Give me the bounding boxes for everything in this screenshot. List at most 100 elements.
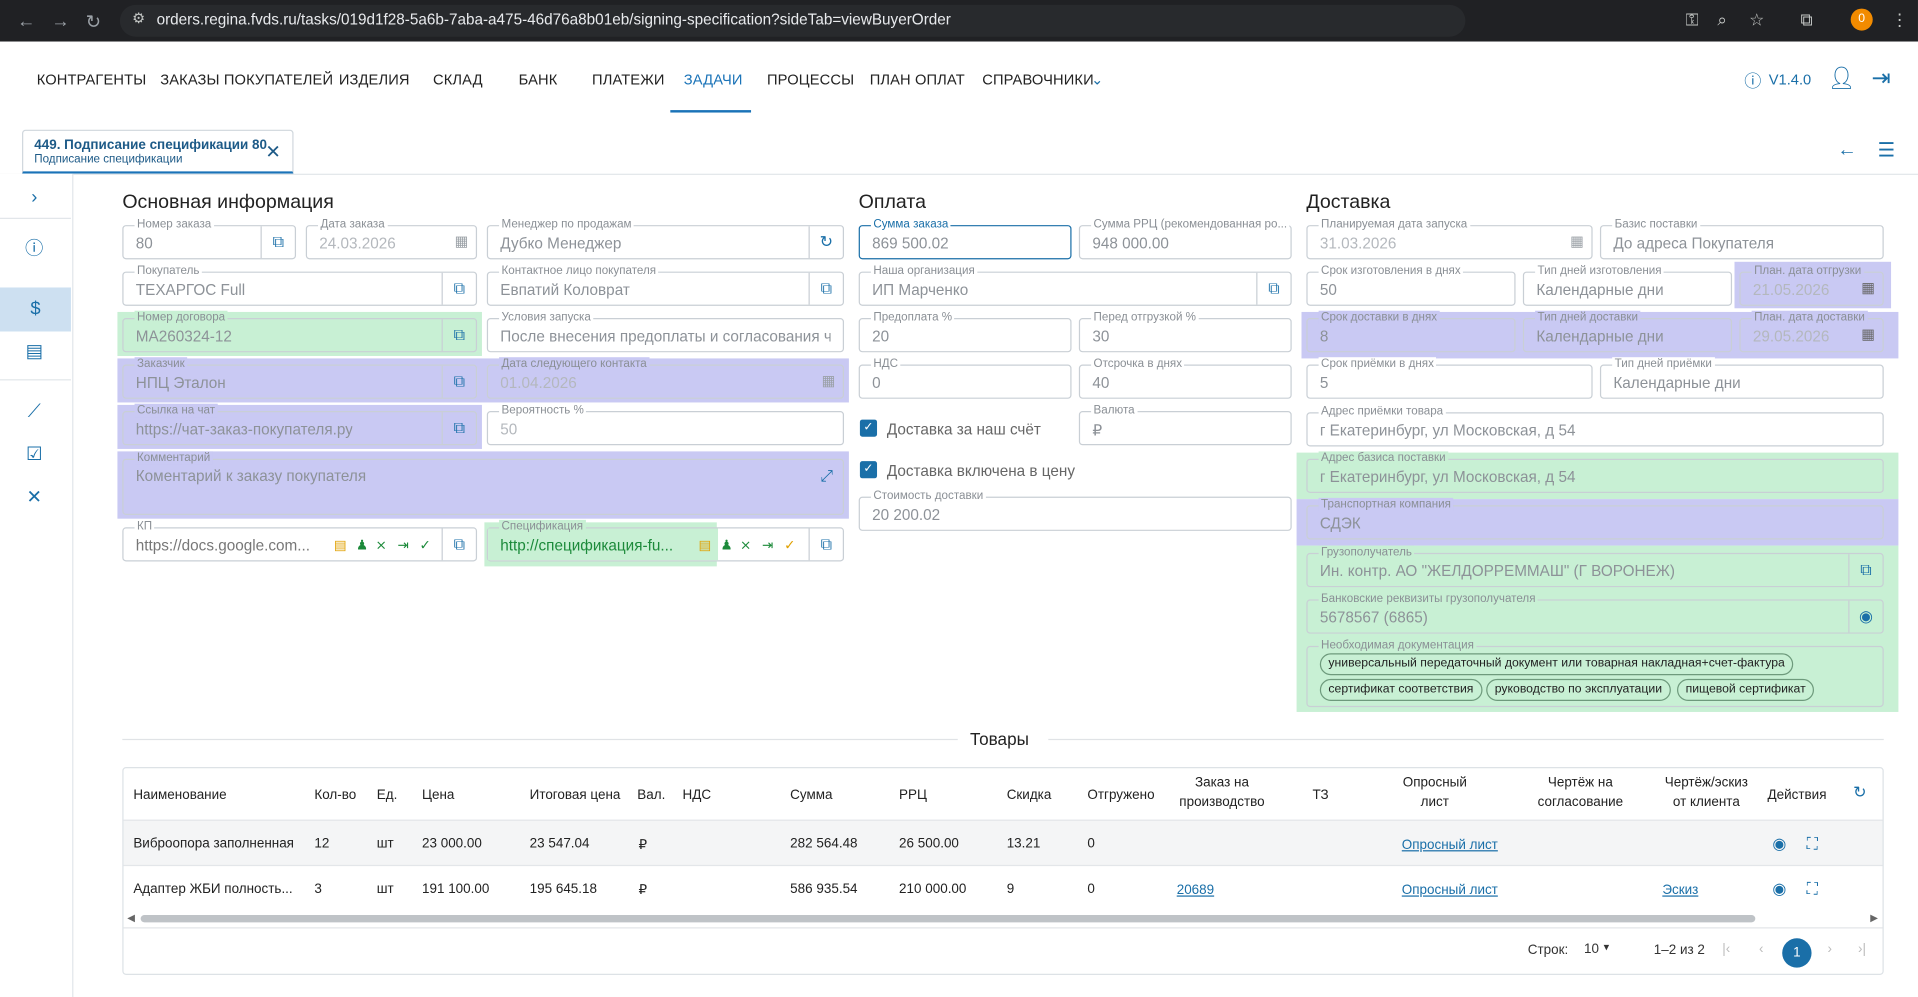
col-unit[interactable]: Ед. <box>377 785 398 805</box>
nav-item-directories[interactable]: СПРАВОЧНИКИ <box>982 71 1094 88</box>
eye-icon[interactable]: ◉ <box>1772 834 1786 854</box>
page-1-button[interactable]: 1 <box>1782 938 1812 968</box>
col-price[interactable]: Цена <box>422 785 454 805</box>
delivery-basis-field[interactable]: Базис поставки До адреса Покупателя <box>1599 217 1884 260</box>
eye-icon[interactable]: ◉ <box>1772 880 1786 900</box>
open-link-icon[interactable]: ⧉ <box>1256 272 1290 305</box>
back-icon[interactable]: ← <box>17 11 35 32</box>
open-link-icon[interactable]: ⧉ <box>441 365 476 398</box>
order-number-field[interactable]: Номер заказа 80 ⧉ <box>122 217 297 260</box>
reload-icon[interactable]: ↻ <box>86 11 101 33</box>
person-check-icon[interactable]: ♟ <box>356 537 368 553</box>
manager-field[interactable]: Менеджер по продажам Дубко Менеджер ↻ <box>486 217 845 260</box>
open-link-icon[interactable]: ⧉ <box>260 226 295 259</box>
delivery-days-field[interactable]: Срок доставки в днях 8 <box>1306 310 1516 353</box>
nav-item-bank[interactable]: БАНК <box>519 71 558 88</box>
zoom-icon[interactable]: ⌕ <box>1717 10 1727 31</box>
doc-chip[interactable]: пищевой сертификат <box>1677 678 1815 701</box>
checklist-icon[interactable]: ☑ <box>22 443 46 467</box>
our-org-field[interactable]: Наша организация ИП Марченко ⧉ <box>858 264 1292 306</box>
doc-chip[interactable]: универсальный передаточный документ или … <box>1319 653 1794 676</box>
transport-company-field[interactable]: Транспортная компания СДЭК <box>1306 497 1884 540</box>
consignee-bank-field[interactable]: Банковские реквизиты грузополучателя 567… <box>1306 592 1884 634</box>
open-link-icon[interactable]: ⧉ <box>441 528 476 561</box>
reject-icon[interactable]: ⨯ <box>376 537 387 553</box>
open-link-icon[interactable]: ⧉ <box>441 412 476 445</box>
browser-menu-icon[interactable]: ⋮ <box>1891 10 1908 31</box>
horizontal-scrollbar[interactable] <box>140 915 1756 923</box>
open-link-icon[interactable]: ⧉ <box>808 528 843 561</box>
nav-item-warehouse[interactable]: СКЛАД <box>433 71 483 88</box>
export-icon[interactable]: ⇥ <box>762 537 773 553</box>
nav-item-payment-plan[interactable]: ПЛАН ОПЛАТ <box>870 71 965 88</box>
expand-icon[interactable]: ⤢ <box>820 466 833 486</box>
launch-terms-field[interactable]: Условия запуска После внесения предоплат… <box>486 310 845 353</box>
table-row[interactable]: Виброопора заполненная 12 шт 23 000.00 2… <box>123 819 1883 867</box>
scroll-left-icon[interactable]: ◀ <box>127 913 135 924</box>
col-questionnaire[interactable]: Опросный лист <box>1402 773 1468 812</box>
deferral-field[interactable]: Отсрочка в днях 40 <box>1078 357 1292 399</box>
scroll-right-icon[interactable]: ▶ <box>1870 913 1878 924</box>
rows-per-page-select[interactable]: 10 <box>1584 942 1599 957</box>
user-icon[interactable]: 👤︎ <box>1827 66 1855 92</box>
questionnaire-link[interactable]: Опросный лист <box>1402 838 1498 853</box>
contact-field[interactable]: Контактное лицо покупателя Евпатий Колов… <box>486 264 845 306</box>
document-icon[interactable]: ▤ <box>698 537 711 553</box>
currency-field[interactable]: Валюта ₽ <box>1078 403 1292 446</box>
chat-icon[interactable]: ▤ <box>22 340 46 364</box>
document-icon[interactable]: ▤ <box>334 537 347 553</box>
col-production-order[interactable]: Заказ на производство <box>1177 773 1268 812</box>
chevron-down-icon[interactable]: ⌄ <box>1091 71 1103 88</box>
order-sum-field[interactable]: Сумма заказа 869 500.02 <box>858 217 1072 260</box>
eye-icon[interactable]: ◉ <box>1848 600 1882 633</box>
manufacturing-days-type-field[interactable]: Тип дней изготовления Календарные дни <box>1522 264 1733 306</box>
extensions-icon[interactable]: ⧉ <box>1801 10 1813 31</box>
delivery-included-checkbox[interactable]: ✓ <box>859 461 878 479</box>
prepayment-field[interactable]: Предоплата % 20 <box>858 310 1072 353</box>
sketch-link[interactable]: Эскиз <box>1662 883 1698 898</box>
dropdown-caret-icon[interactable]: ▾ <box>1604 941 1610 954</box>
order-doc-icon[interactable]: $ <box>0 287 71 332</box>
person-check-icon[interactable]: ♟ <box>720 537 732 553</box>
nav-item-tasks[interactable]: ЗАДАЧИ <box>684 71 743 88</box>
specification-field[interactable]: Спецификация http://спецификация-fu... ▤… <box>486 519 845 562</box>
kp-field[interactable]: КП https://docs.google.com... ▤ ♟ ⨯ ⇥ ✓ … <box>122 519 478 562</box>
approve-icon[interactable]: ✓ <box>420 537 431 553</box>
nav-item-products[interactable]: ИЗДЕЛИЯ <box>339 71 410 88</box>
reject-icon[interactable]: ⨯ <box>740 537 751 553</box>
open-link-icon[interactable]: ⧉ <box>441 272 476 305</box>
vat-field[interactable]: НДС 0 <box>858 357 1072 399</box>
refresh-icon[interactable]: ↻ <box>1853 783 1866 803</box>
menu-icon[interactable]: ☰ <box>1878 138 1896 162</box>
acceptance-address-field[interactable]: Адрес приёмки товара г Екатеринбург, ул … <box>1306 404 1884 447</box>
forward-icon[interactable]: → <box>51 11 69 32</box>
info-icon[interactable]: ⓘ <box>1744 69 1761 93</box>
task-tab[interactable]: 449. Подписание спецификации 80 Подписан… <box>22 129 294 174</box>
buyer-field[interactable]: Покупатель ТЕХАРГОС Full ⧉ <box>122 264 478 306</box>
export-icon[interactable]: ⇥ <box>398 537 409 553</box>
delivery-days-type-field[interactable]: Тип дней доставки Календарные дни <box>1522 310 1733 353</box>
col-sum[interactable]: Сумма <box>790 785 832 805</box>
profile-avatar[interactable]: 0 <box>1850 8 1873 31</box>
col-tz[interactable]: ТЗ <box>1312 785 1328 805</box>
tools-icon[interactable]: ✕ <box>22 486 46 510</box>
key-icon[interactable]: ⚿ <box>1686 10 1699 31</box>
col-vat[interactable]: НДС <box>683 785 712 805</box>
required-docs-field[interactable]: Необходимая документация универсальный п… <box>1306 638 1884 708</box>
col-discount[interactable]: Скидка <box>1007 785 1052 805</box>
production-order-link[interactable]: 20689 <box>1177 883 1214 898</box>
before-shipment-field[interactable]: Перед отгрузкой % 30 <box>1078 310 1292 353</box>
consignee-field[interactable]: Грузополучатель Ин. контр. АО "ЖЕЛДОРРЕМ… <box>1306 545 1884 588</box>
nav-item-counterparties[interactable]: КОНТРАГЕНТЫ <box>37 71 147 88</box>
close-icon[interactable]: ✕ <box>265 141 280 163</box>
chat-link-field[interactable]: Ссылка на чат https://чат-заказ-покупате… <box>122 403 478 446</box>
acceptance-days-type-field[interactable]: Тип дней приёмки Календарные дни <box>1599 357 1884 399</box>
table-row[interactable]: Адаптер ЖБИ полность... 3 шт 191 100.00 … <box>124 866 1883 912</box>
calendar-icon[interactable]: ▦ <box>822 372 836 389</box>
col-qty[interactable]: Кол-во <box>314 785 356 805</box>
arrow-back-icon[interactable]: ← <box>1837 139 1857 161</box>
scan-icon[interactable]: ⛶ <box>1807 880 1818 900</box>
col-name[interactable]: Наименование <box>133 785 226 805</box>
col-drawing-approval[interactable]: Чертёж на согласование <box>1530 773 1630 812</box>
doc-chip[interactable]: сертификат соответствия <box>1319 678 1483 701</box>
